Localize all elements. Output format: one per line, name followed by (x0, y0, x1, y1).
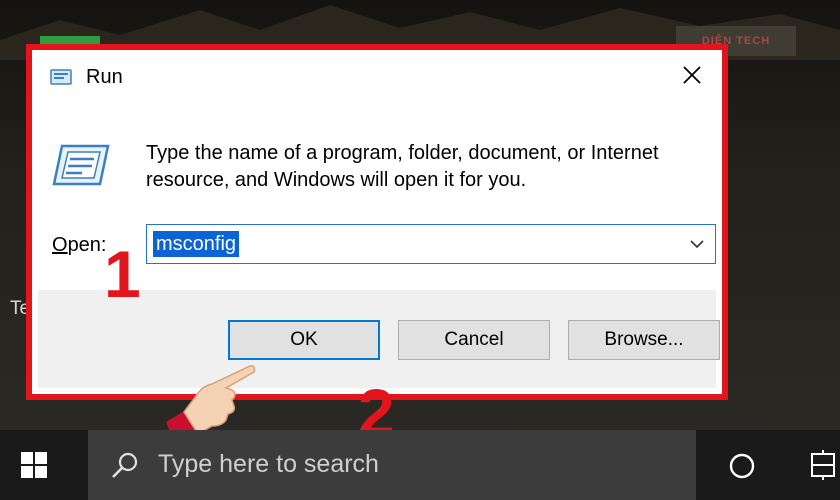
cortana-icon[interactable] (726, 450, 758, 482)
close-icon (683, 66, 701, 84)
command-combobox[interactable]: msconfig (146, 224, 716, 264)
title-bar[interactable]: Run (38, 56, 716, 100)
start-button[interactable] (14, 445, 54, 485)
run-program-icon (52, 144, 110, 186)
dialog-title: Run (86, 66, 123, 88)
step-1-label: 1 (104, 237, 141, 311)
search-placeholder: Type here to search (158, 450, 379, 478)
task-view-icon[interactable] (808, 448, 840, 482)
background-window-edge (40, 36, 100, 44)
open-label-text: pen: (67, 234, 107, 256)
desktop: Te DIỆN TECH Run Type the name of a prog… (0, 0, 840, 500)
cancel-button[interactable]: Cancel (398, 320, 550, 360)
browse-button[interactable]: Browse... (568, 320, 720, 360)
run-icon (50, 69, 72, 85)
dropdown-button[interactable] (685, 233, 709, 255)
ok-button[interactable]: OK (228, 320, 380, 360)
taskbar-search-box[interactable]: Type here to search (88, 430, 696, 500)
search-icon (112, 452, 138, 478)
windows-start-icon (21, 452, 47, 478)
command-input[interactable]: msconfig (153, 231, 240, 257)
close-button[interactable] (672, 56, 712, 94)
open-label: Open: (52, 234, 107, 257)
open-label-accelerator: O (52, 234, 68, 256)
highlight-frame: Run Type the name of a program, folder, … (26, 44, 728, 400)
dialog-description: Type the name of a program, folder, docu… (146, 142, 659, 191)
run-dialog: Run Type the name of a program, folder, … (38, 56, 720, 388)
chevron-down-icon (690, 240, 704, 249)
taskbar: Type here to search (0, 430, 840, 500)
